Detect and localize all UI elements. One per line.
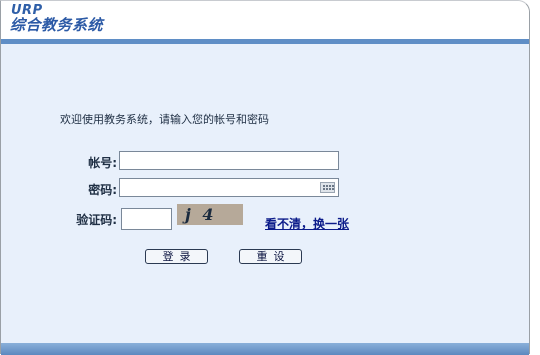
login-button[interactable]: 登录 <box>145 249 208 264</box>
password-label: 密码: <box>88 183 117 197</box>
login-window: URP 综合教务系统 欢迎使用教务系统，请输入您的帐号和密码 帐号: 密码: 验… <box>0 0 530 355</box>
account-input[interactable] <box>119 151 339 170</box>
logo-system-title: 综合教务系统 <box>10 16 104 34</box>
header: URP 综合教务系统 <box>1 1 529 39</box>
captcha-label: 验证码: <box>76 213 117 227</box>
footer-bar <box>1 343 529 355</box>
captcha-input[interactable] <box>121 208 172 230</box>
login-panel: 欢迎使用教务系统，请输入您的帐号和密码 帐号: 密码: 验证码: j 4 nr … <box>1 44 529 343</box>
account-label: 帐号: <box>88 156 117 170</box>
welcome-message: 欢迎使用教务系统，请输入您的帐号和密码 <box>60 113 269 126</box>
refresh-captcha-link[interactable]: 看不清，换一张 <box>265 215 349 232</box>
captcha-image[interactable]: j 4 nr <box>177 204 243 225</box>
virtual-keyboard-icon[interactable] <box>320 182 335 193</box>
reset-button[interactable]: 重设 <box>239 249 302 264</box>
password-input[interactable] <box>119 178 339 197</box>
captcha-image-text: j 4 nr <box>185 205 217 225</box>
